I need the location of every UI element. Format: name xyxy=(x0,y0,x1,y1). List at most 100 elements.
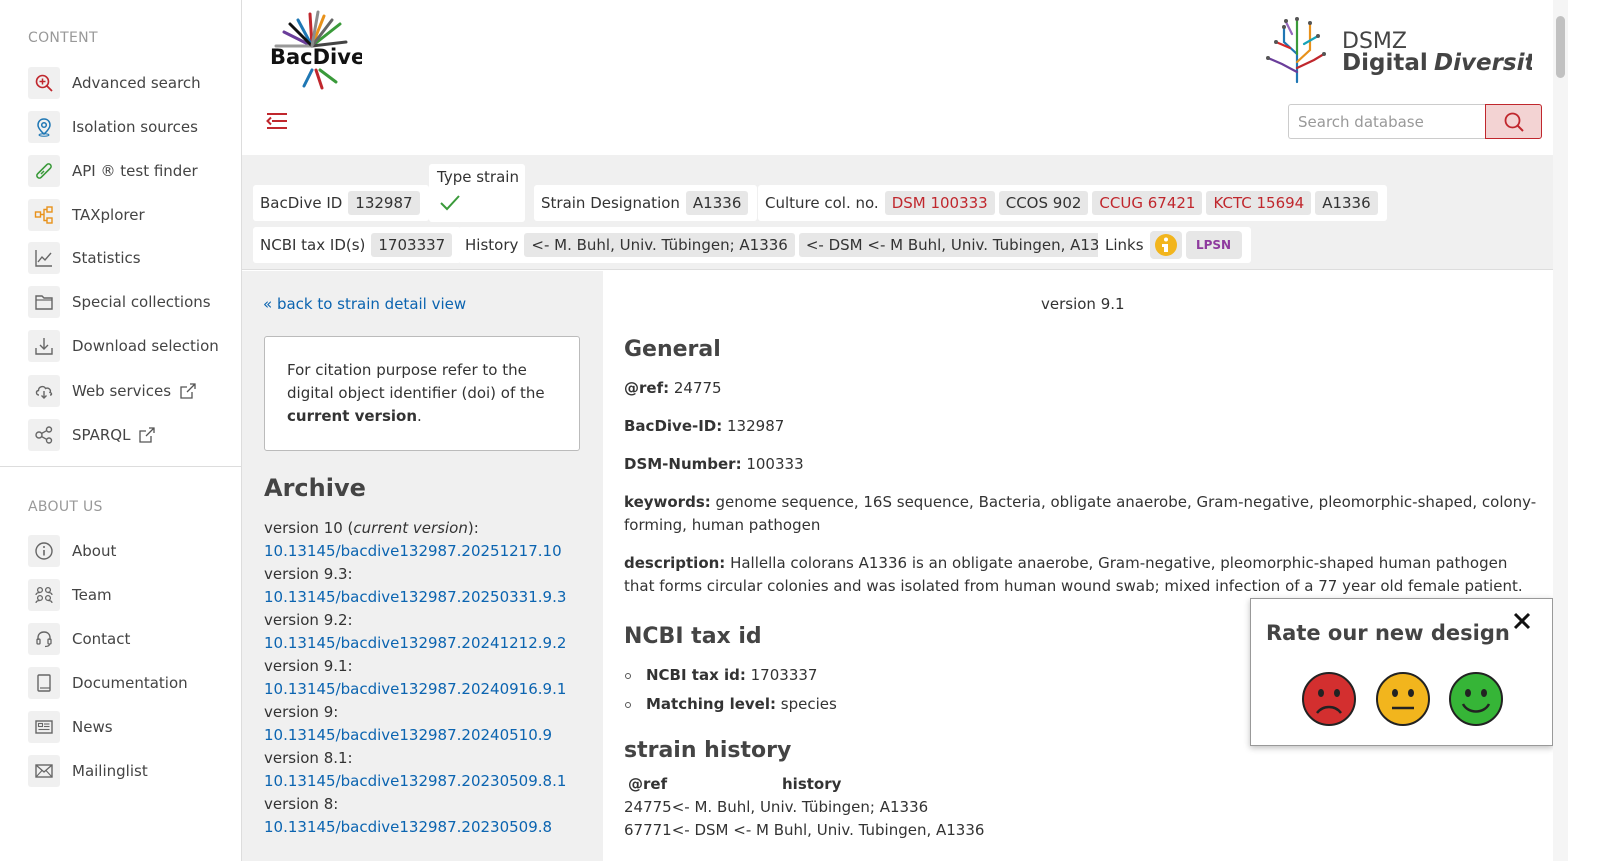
sidebar-item-label: Statistics xyxy=(72,249,141,267)
search-input[interactable] xyxy=(1288,104,1486,139)
hierarchy-icon xyxy=(28,199,60,231)
external-link-icon xyxy=(138,426,156,444)
archive-doi-link[interactable]: 10.13145/bacdive132987.20251217.10 xyxy=(264,540,594,563)
search-button[interactable] xyxy=(1485,104,1542,139)
bacdive-id-label: BacDive ID xyxy=(260,194,343,212)
field-bacdive-id: BacDive-ID: 132987 xyxy=(624,417,785,435)
test-tube-icon xyxy=(28,155,60,187)
current-version-label: version 9.1 xyxy=(1041,295,1125,313)
archive-version-label: version 9: xyxy=(264,703,339,721)
archive-doi-link[interactable]: 10.13145/bacdive132987.20250331.9.3 xyxy=(264,586,594,609)
rate-design-title: Rate our new design xyxy=(1266,621,1510,645)
headset-icon xyxy=(28,623,60,655)
sidebar-item-isolation-sources[interactable]: Isolation sources xyxy=(28,111,198,143)
sidebar-section-about-title: ABOUT US xyxy=(28,499,103,515)
citation-text-end: . xyxy=(417,407,422,425)
ncbi-tax-id-group: NCBI tax ID(s) 1703337 xyxy=(253,227,462,263)
history-group: History <- M. Buhl, Univ. Tübingen; A133… xyxy=(458,227,1135,263)
sidebar-item-label: Mailinglist xyxy=(72,762,148,780)
download-icon xyxy=(28,330,60,362)
close-icon[interactable] xyxy=(1510,609,1534,633)
bacdive-logo[interactable]: BacDive xyxy=(262,10,365,90)
archive-doi-link[interactable]: 10.13145/bacdive132987.20230509.8 xyxy=(264,816,594,839)
sidebar-item-advanced-search[interactable]: Advanced search xyxy=(28,67,201,99)
line-chart-icon xyxy=(28,242,60,274)
newspaper-icon xyxy=(28,711,60,743)
dsmz-tree-icon: DSMZ Digital Diversity xyxy=(1266,17,1551,84)
sad-face-icon[interactable] xyxy=(1301,671,1357,727)
sidebar-divider xyxy=(0,466,241,467)
section-title-general: General xyxy=(624,337,721,362)
share-nodes-icon xyxy=(28,419,60,451)
scrollbar-thumb[interactable] xyxy=(1556,16,1565,78)
sidebar-item-label: TAXplorer xyxy=(72,206,145,224)
happy-face-icon[interactable] xyxy=(1448,671,1504,727)
archive-doi-link[interactable]: 10.13145/bacdive132987.20230509.8.1 xyxy=(264,770,594,793)
bacdive-id-value: 132987 xyxy=(348,191,420,215)
svg-text:BacDive: BacDive xyxy=(270,45,362,69)
strain-history-table: @ref history 24775<- M. Buhl, Univ. Tübi… xyxy=(624,773,1539,842)
team-icon xyxy=(28,579,60,611)
archive-doi-link[interactable]: 10.13145/bacdive132987.20241212.9.2 xyxy=(264,632,594,655)
sidebar-item-about[interactable]: About xyxy=(28,535,116,567)
neutral-face-icon[interactable] xyxy=(1375,671,1431,727)
zoom-in-icon xyxy=(28,67,60,99)
sidebar-item-special-collections[interactable]: Special collections xyxy=(28,286,211,318)
lpsn-link[interactable]: LPSN xyxy=(1185,231,1242,259)
sidebar-item-taxplorer[interactable]: TAXplorer xyxy=(28,199,145,231)
sidebar-item-sparql[interactable]: SPARQL xyxy=(28,419,156,451)
table-header: @ref history xyxy=(624,773,1539,796)
svg-text:Digital: Digital xyxy=(1342,50,1428,76)
links-label: Links xyxy=(1105,236,1144,254)
sidebar-item-label: News xyxy=(72,718,113,736)
culture-number: CCOS 902 xyxy=(998,191,1089,215)
folder-icon xyxy=(28,286,60,318)
type-strain-group: Type strain xyxy=(429,164,525,222)
sidebar-item-download-selection[interactable]: Download selection xyxy=(28,330,219,362)
page-scrollbar[interactable] xyxy=(1553,0,1568,861)
archive-list: version 10 (current version): 10.13145/b… xyxy=(264,517,594,839)
ncbi-tax-id-value: 1703337 xyxy=(371,233,453,257)
field-description: description: Hallella colorans A1336 is … xyxy=(624,554,1523,595)
sidebar-item-label: Team xyxy=(72,586,112,604)
lpsn-label: LPSN xyxy=(1195,238,1232,252)
column-header-ref: @ref xyxy=(628,775,668,793)
sidebar-item-mailinglist[interactable]: Mailinglist xyxy=(28,755,148,787)
menu-collapse-icon[interactable] xyxy=(265,108,291,134)
archive-version-label: version 9.3: xyxy=(264,565,353,583)
dsmz-digital-diversity-logo[interactable]: DSMZ Digital Diversity xyxy=(1262,14,1551,84)
checkmark-icon xyxy=(439,194,461,216)
table-row: 67771<- DSM <- M Buhl, Univ. Tubingen, A… xyxy=(624,821,985,839)
sidebar-item-documentation[interactable]: Documentation xyxy=(28,667,188,699)
sidebar-item-label: Special collections xyxy=(72,293,211,311)
sidebar-item-contact[interactable]: Contact xyxy=(28,623,130,655)
archive-version-label: version 8.1: xyxy=(264,749,353,767)
history-item: <- M. Buhl, Univ. Tübingen; A1336 xyxy=(524,233,795,257)
cloud-download-icon xyxy=(28,375,60,407)
sidebar-item-label: Contact xyxy=(72,630,131,648)
sidebar-item-news[interactable]: News xyxy=(28,711,113,743)
sidebar-item-label: Download selection xyxy=(72,337,219,355)
archive-doi-link[interactable]: 10.13145/bacdive132987.20240510.9 xyxy=(264,724,594,747)
back-to-strain-link[interactable]: « back to strain detail view xyxy=(263,295,466,313)
citation-text: For citation purpose refer to the digita… xyxy=(287,361,545,402)
sidebar-item-api-test-finder[interactable]: API ® test finder xyxy=(28,155,198,187)
sidebar-item-label: Advanced search xyxy=(72,74,201,92)
citation-bold: current version xyxy=(287,407,418,425)
info-link-icon[interactable] xyxy=(1149,231,1182,259)
archive-version-label: version 9.2: xyxy=(264,611,353,629)
info-icon xyxy=(28,535,60,567)
archive-version-label: version 10 (current version): xyxy=(264,519,479,537)
bacdive-id-group: BacDive ID 132987 xyxy=(253,185,429,221)
sidebar-item-statistics[interactable]: Statistics xyxy=(28,242,141,274)
sidebar-section-content-title: CONTENT xyxy=(28,30,98,46)
archive-doi-link[interactable]: 10.13145/bacdive132987.20240916.9.1 xyxy=(264,678,594,701)
sidebar-item-web-services[interactable]: Web services xyxy=(28,375,197,407)
sidebar-item-team[interactable]: Team xyxy=(28,579,112,611)
svg-text:Diversity: Diversity xyxy=(1434,50,1532,76)
culture-number-link[interactable]: KCTC 15694 xyxy=(1206,191,1312,215)
culture-number-link[interactable]: CCUG 67421 xyxy=(1092,191,1203,215)
culture-number-link[interactable]: DSM 100333 xyxy=(884,191,995,215)
links-group: Links LPSN xyxy=(1098,227,1251,263)
sidebar: CONTENT Advanced search Isolation source… xyxy=(0,0,242,861)
